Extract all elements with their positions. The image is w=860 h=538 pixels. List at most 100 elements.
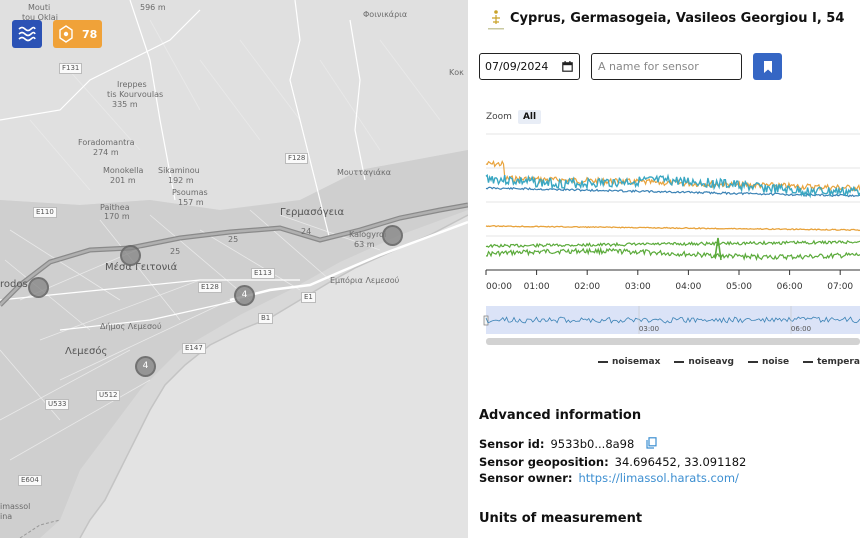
x-axis-ticks: 00:00 01:00 02:00 03:00 04:00 05:00 06:00 07:00 xyxy=(485,270,853,292)
sensor-icon xyxy=(59,25,73,43)
map-place-label: Psoumas xyxy=(172,188,208,197)
map-city-label: Λεμεσός xyxy=(65,346,108,357)
map-road-shield: F131 xyxy=(59,63,83,74)
map-city-label: rodos xyxy=(0,279,28,290)
x-tick-label: 05:00 xyxy=(726,282,752,292)
map-place-label: 157 m xyxy=(178,198,204,207)
legend-label: noiseavg xyxy=(688,357,734,367)
map-city-label: Γερμασόγεια xyxy=(280,207,345,218)
map-place-label: imassol xyxy=(0,502,31,511)
map-road-shield: E128 xyxy=(198,282,222,293)
navigator-tick-label: 06:00 xyxy=(791,325,811,333)
calendar-icon[interactable] xyxy=(562,61,573,72)
date-input[interactable]: 07/09/2024 xyxy=(479,53,580,80)
owner-link[interactable]: https://limassol.harats.com/ xyxy=(578,471,738,485)
legend-item-noisemax[interactable]: noisemax xyxy=(598,357,660,367)
map-place-label: Κοκ xyxy=(449,68,464,77)
map-place-label: Μουτταγιάκα xyxy=(337,168,392,177)
map-road-shield: U512 xyxy=(96,390,121,401)
sensor-cluster-marker[interactable]: 4 xyxy=(135,356,156,377)
map-city-label: Μέσα Γειτονιά xyxy=(105,262,178,273)
zoom-label: Zoom xyxy=(486,112,512,122)
map-road-number: 24 xyxy=(301,227,312,236)
sensor-id-label: Sensor id: xyxy=(479,437,545,451)
legend-item-temperature[interactable]: temperature xyxy=(803,357,860,367)
map-place-label: Monokella xyxy=(103,166,144,175)
sensor-cluster-marker[interactable]: 4 xyxy=(234,285,255,306)
series-line-green-a xyxy=(485,239,860,249)
series-line-temperature xyxy=(485,224,860,232)
sensor-count: 78 xyxy=(82,27,98,41)
map-place-label: 596 m xyxy=(140,3,166,12)
sensor-id-value: 9533b0...8a98 xyxy=(550,437,635,451)
map-place-label: Εμπόρια Λεμεσού xyxy=(330,276,400,285)
map-place-label: Paithea xyxy=(100,203,130,212)
map-place-label: Mouti xyxy=(28,3,51,12)
legend-label: noise xyxy=(761,357,790,367)
x-tick-label: 01:00 xyxy=(524,282,550,292)
legend-swatch xyxy=(598,361,608,363)
x-tick-label: 07:00 xyxy=(827,282,853,292)
map-place-label: 274 m xyxy=(93,148,119,157)
copy-icon[interactable] xyxy=(646,437,657,449)
sensor-geoposition-row: Sensor geoposition: 34.696452, 33.091182 xyxy=(479,455,746,469)
map-place-label: Ireppes xyxy=(117,80,147,89)
legend-item-noise[interactable]: noise xyxy=(747,357,790,367)
sensor-id-row: Sensor id: 9533b0...8a98 xyxy=(479,437,657,451)
legend-label: temperature xyxy=(817,357,860,367)
map-place-label: Foradomantra xyxy=(78,138,135,147)
logo-icon xyxy=(488,10,504,30)
legend-label: noisemax xyxy=(612,357,661,367)
x-tick-label: 06:00 xyxy=(777,282,803,292)
map-place-label: Sikaminou xyxy=(158,166,200,175)
map-base xyxy=(0,0,468,538)
x-tick-label: 02:00 xyxy=(574,282,600,292)
map-road-shield: B1 xyxy=(258,313,274,324)
map-place-label: Δήμος Λεμεσού xyxy=(100,322,162,331)
chart-zoom-controls: Zoom All xyxy=(486,110,542,124)
x-tick-label: 03:00 xyxy=(625,282,651,292)
map-layers-button[interactable] xyxy=(12,20,42,48)
map-place-label: 170 m xyxy=(104,212,130,221)
units-title: Units of measurement xyxy=(479,511,643,526)
chart-legend: noisemax noiseavg noise temperature xyxy=(598,357,860,367)
map-place-label: 201 m xyxy=(110,176,136,185)
map-place-label: tis Kourvoulas xyxy=(107,90,164,99)
map-place-label: 335 m xyxy=(112,100,138,109)
sensor-cluster-marker[interactable] xyxy=(120,245,141,266)
map-road-number: 25 xyxy=(170,247,181,256)
date-value: 07/09/2024 xyxy=(485,60,549,73)
x-tick-label: 00:00 xyxy=(486,282,512,292)
map-place-label: Φοινικάρια xyxy=(363,10,408,19)
map-place-label: ina xyxy=(0,512,13,521)
advanced-info-title: Advanced information xyxy=(479,408,642,423)
map-place-label: Kalogyroi xyxy=(349,230,387,239)
sensor-panel: Cyprus, Germasogeia, Vasileos Georgiou I… xyxy=(468,0,860,538)
chart-scrollbar[interactable] xyxy=(486,338,860,345)
map[interactable]: Mouti tou Oklai 596 m Φοινικάρια Κοκ Ireppes t… xyxy=(0,0,468,538)
geoposition-label: Sensor geoposition: xyxy=(479,455,609,469)
legend-item-noiseavg[interactable]: noiseavg xyxy=(674,357,734,367)
sensor-cluster-marker[interactable] xyxy=(28,277,49,298)
sensor-cluster-marker[interactable] xyxy=(382,225,403,246)
map-place-label: 63 m xyxy=(354,240,375,249)
x-tick-label: 04:00 xyxy=(675,282,701,292)
zoom-all-button[interactable]: All xyxy=(517,110,542,124)
sensor-chart[interactable]: 00:00 01:00 02:00 03:00 04:00 05:00 06:00 07:00… xyxy=(468,128,860,348)
sensor-address: Cyprus, Germasogeia, Vasileos Georgiou I… xyxy=(510,11,845,26)
map-place-label: 192 m xyxy=(168,176,194,185)
navigator-tick-label: 03:00 xyxy=(639,325,659,333)
legend-swatch xyxy=(803,361,814,363)
map-road-shield: E113 xyxy=(251,268,275,279)
legend-swatch xyxy=(674,361,685,363)
map-road-shield: E604 xyxy=(18,475,42,486)
chart-series xyxy=(485,159,860,262)
series-line-green-b xyxy=(485,246,860,262)
sensors-toggle-button[interactable]: 78 xyxy=(53,20,102,48)
wind-icon xyxy=(18,26,36,42)
geoposition-value: 34.696452, 33.091182 xyxy=(614,455,747,469)
sensor-name-input[interactable]: A name for sensor xyxy=(591,53,742,80)
bookmark-button[interactable] xyxy=(753,53,782,80)
map-road-shield: E1 xyxy=(301,292,316,303)
map-road-shield: E147 xyxy=(182,343,206,354)
